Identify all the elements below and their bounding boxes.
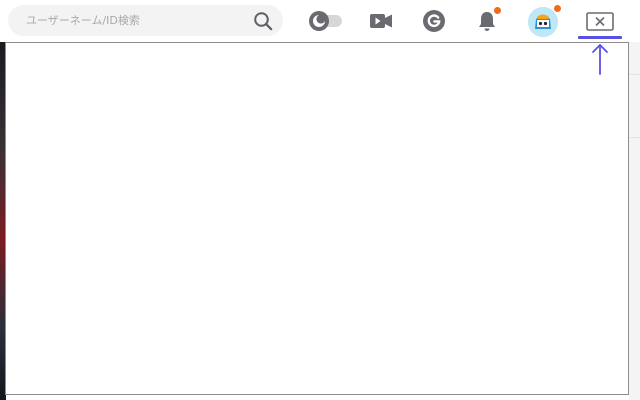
search-icon[interactable] — [253, 11, 273, 31]
close-window-button[interactable] — [583, 7, 619, 37]
notification-dot — [494, 7, 501, 14]
background-sidebar-edge — [629, 42, 640, 400]
user-avatar[interactable] — [528, 7, 558, 37]
g-coin-icon[interactable] — [421, 8, 447, 34]
up-arrow-icon — [590, 42, 610, 76]
search-box[interactable] — [8, 5, 283, 36]
dark-mode-toggle-icon[interactable] — [306, 8, 344, 34]
active-tab-underline — [578, 36, 622, 39]
side-panel — [5, 42, 629, 395]
top-bar — [0, 0, 640, 42]
video-camera-icon[interactable] — [368, 8, 394, 34]
app-window — [0, 0, 640, 400]
close-window-icon — [586, 12, 614, 31]
search-input[interactable] — [26, 5, 246, 36]
avatar-notification-dot — [554, 5, 561, 12]
